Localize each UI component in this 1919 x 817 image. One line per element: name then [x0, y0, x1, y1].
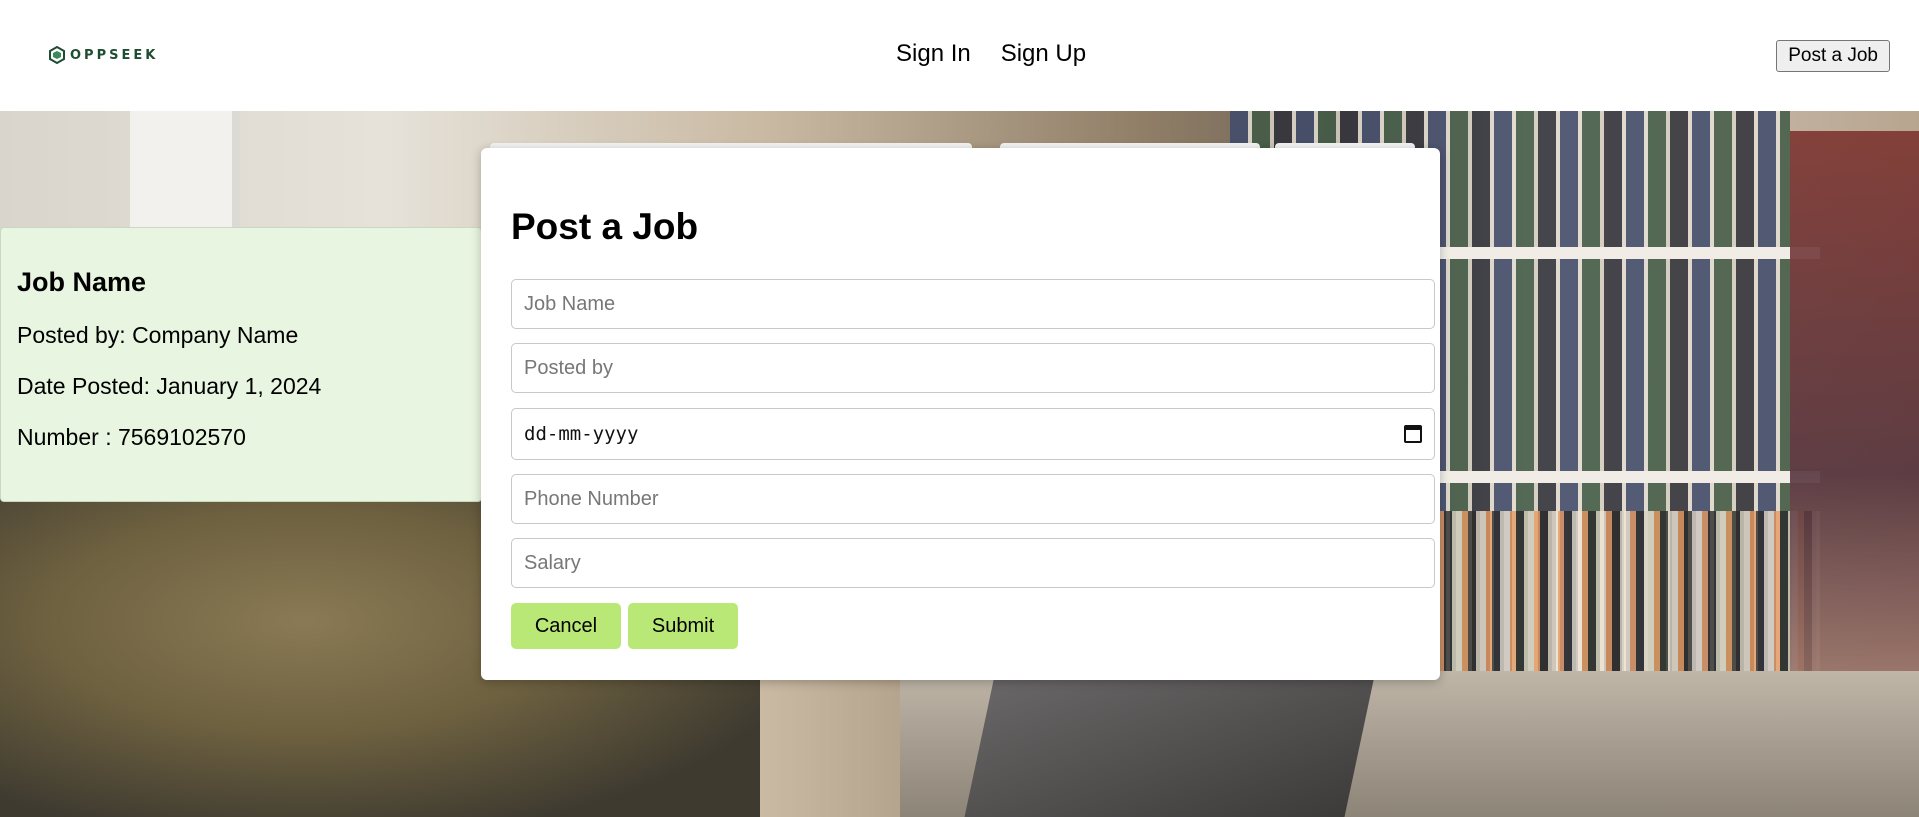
salary-input[interactable]: [511, 538, 1435, 588]
submit-button[interactable]: Submit: [628, 603, 738, 649]
calendar-icon[interactable]: [1404, 425, 1422, 443]
post-job-modal: Post a Job dd-mm-yyyy Cancel Submit: [481, 148, 1440, 680]
logo-text: OPPSEEK: [70, 47, 159, 63]
photo-laptop: [964, 671, 1376, 817]
job-card-posted-by: Posted by: Company Name: [17, 322, 299, 348]
date-placeholder: dd-mm-yyyy: [524, 423, 639, 445]
job-card[interactable]: Job Name Posted by: Company Name Date Po…: [0, 227, 482, 502]
hexagon-logo-icon: [49, 46, 65, 64]
photo-shelf: [1440, 247, 1820, 259]
nav-sign-up[interactable]: Sign Up: [1001, 40, 1086, 68]
posted-by-input[interactable]: [511, 343, 1435, 393]
job-card-title: Job Name: [17, 267, 147, 297]
cancel-button[interactable]: Cancel: [511, 603, 621, 649]
job-card-number: Number : 7569102570: [17, 424, 246, 450]
post-job-button[interactable]: Post a Job: [1776, 40, 1890, 72]
brand-logo[interactable]: OPPSEEK: [48, 46, 158, 64]
modal-title: Post a Job: [511, 206, 699, 247]
date-input[interactable]: dd-mm-yyyy: [511, 408, 1435, 460]
job-name-input[interactable]: [511, 279, 1435, 329]
phone-number-input[interactable]: [511, 474, 1435, 524]
photo-shelf: [1440, 471, 1820, 483]
main-nav: Sign In Sign Up: [896, 40, 1086, 68]
top-header: OPPSEEK Sign In Sign Up Post a Job: [0, 0, 1919, 111]
job-card-date: Date Posted: January 1, 2024: [17, 373, 322, 399]
nav-sign-in[interactable]: Sign In: [896, 40, 971, 68]
